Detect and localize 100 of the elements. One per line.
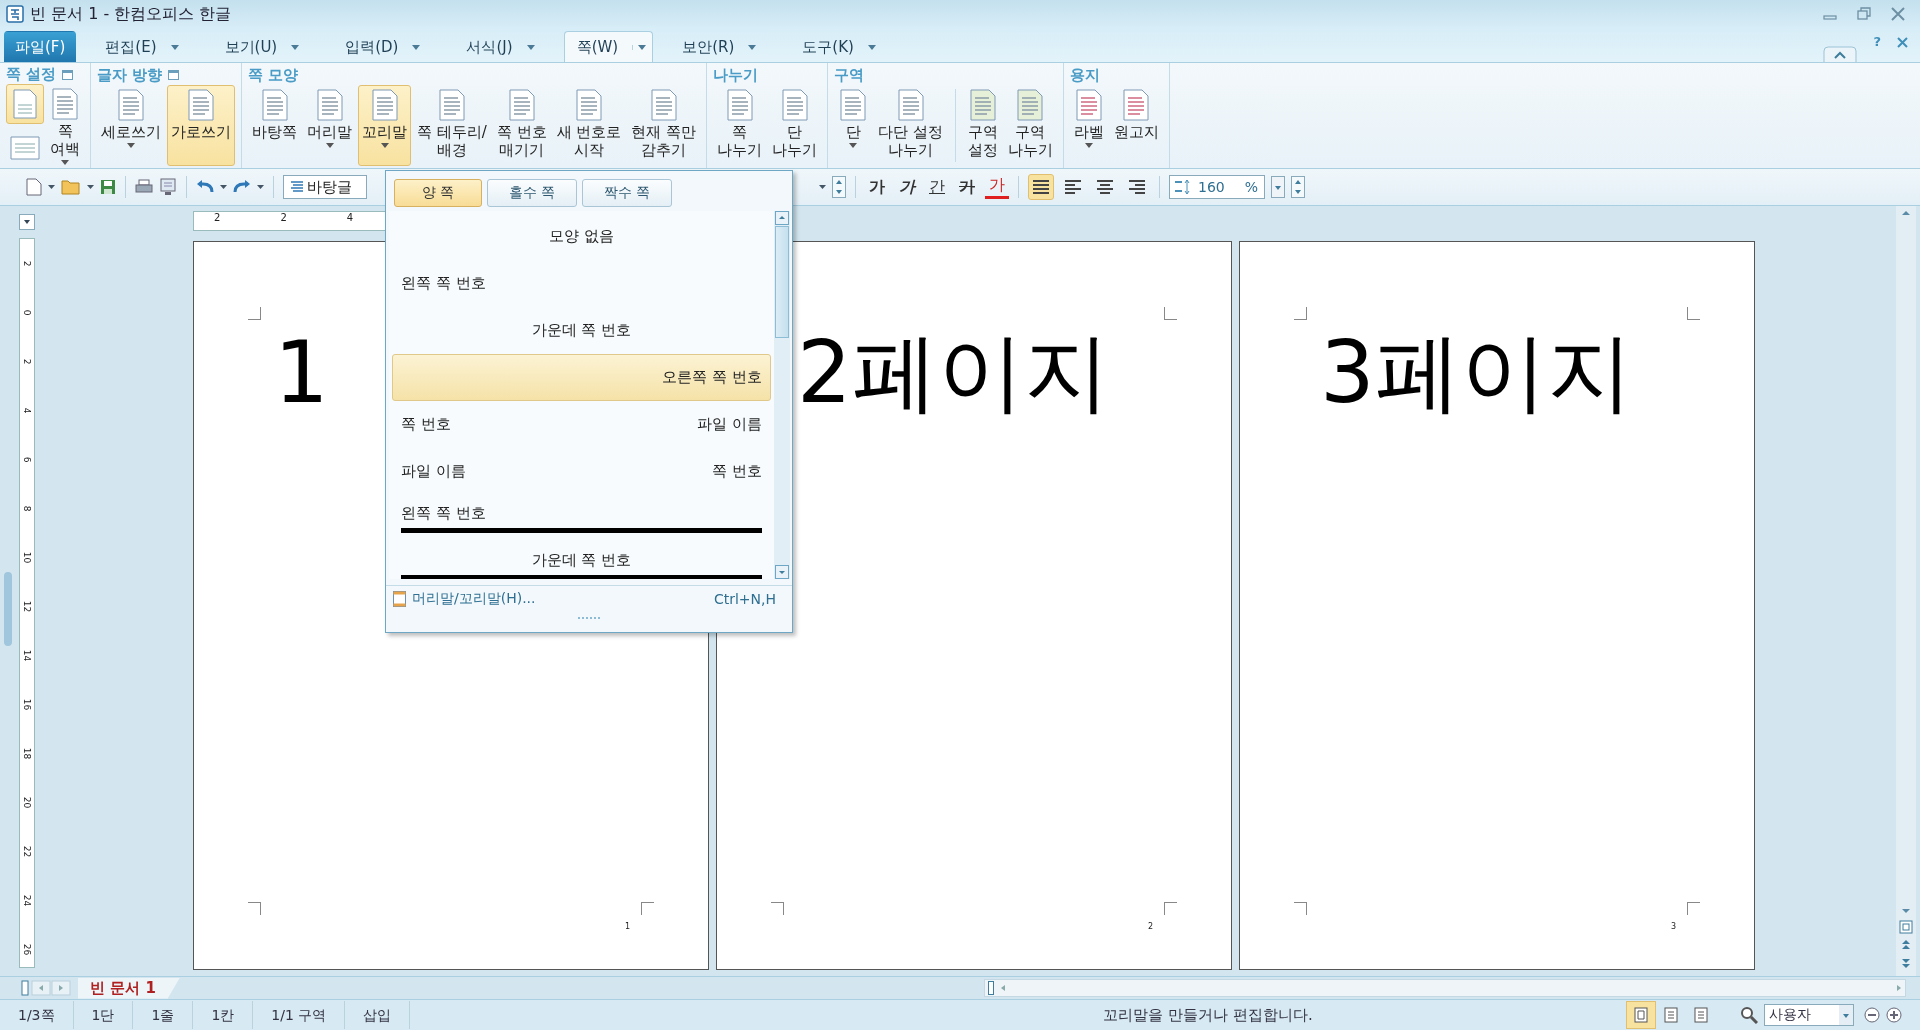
menu-tab[interactable]: 파일(F) — [4, 31, 77, 62]
page-side-tab[interactable]: 홀수 쪽 — [487, 179, 577, 207]
footer-style-option[interactable]: 오른쪽 쪽 번호 — [392, 354, 771, 401]
style-field[interactable]: 바탕글 — [283, 175, 367, 199]
menu-tab[interactable]: 도구(K) — [785, 31, 893, 62]
caret-icon[interactable] — [412, 44, 421, 50]
ribbon-button[interactable]: 라벨 — [1069, 85, 1108, 166]
menu-tab[interactable]: 보기(U) — [207, 31, 317, 62]
new-document-icon[interactable] — [26, 178, 42, 196]
tab-navigation-icon[interactable] — [20, 980, 72, 996]
monitor-icon[interactable] — [159, 178, 177, 196]
ribbon-button[interactable]: 쪽 번호 매기기 — [492, 85, 551, 166]
zoom-in-icon[interactable] — [1886, 1007, 1902, 1023]
horizontal-scrollbar[interactable] — [984, 979, 1906, 997]
dialog-launcher-icon[interactable] — [62, 69, 74, 80]
document-tab[interactable]: 빈 문서 1 — [78, 977, 180, 999]
footer-style-option[interactable]: 왼쪽 쪽 번호 — [392, 495, 771, 542]
footer-style-option[interactable]: 왼쪽 쪽 번호 — [392, 260, 771, 307]
scroll-thumb[interactable] — [988, 981, 994, 995]
ribbon-button[interactable]: 쪽 테두리/ 배경 — [413, 85, 491, 166]
menu-tab[interactable]: 보안(R) — [665, 31, 774, 62]
footer-style-option[interactable]: 가운데 쪽 번호 — [392, 307, 771, 354]
menu-scrollbar[interactable] — [774, 211, 790, 579]
spinner-icon[interactable] — [1291, 176, 1305, 198]
spinner-icon[interactable] — [832, 176, 846, 198]
caret-icon[interactable] — [632, 44, 647, 50]
document-icon — [314, 89, 345, 121]
zoom-select[interactable]: 사용자 — [1764, 1004, 1854, 1026]
italic-button[interactable]: 가 — [895, 176, 919, 198]
caret-icon — [1839, 1005, 1853, 1025]
ribbon-button[interactable]: 현재 쪽만 감추기 — [627, 85, 701, 166]
redo-icon[interactable] — [233, 180, 251, 194]
page-side-tab[interactable]: 짝수 쪽 — [582, 179, 672, 207]
ribbon-button[interactable]: 꼬리말 — [358, 85, 411, 166]
align-button[interactable] — [1028, 174, 1054, 200]
document-icon — [116, 89, 146, 121]
menu-tab[interactable]: 서식(J) — [449, 31, 552, 62]
footer-style-option[interactable]: 쪽 번호 파일 이름 — [392, 401, 771, 448]
ribbon-button[interactable]: 머리말 — [303, 85, 356, 166]
scroll-up-icon[interactable] — [775, 211, 789, 225]
page-side-tab[interactable]: 양 쪽 — [394, 179, 482, 207]
color-button[interactable]: 가 — [985, 175, 1009, 199]
caret-icon[interactable] — [220, 185, 227, 189]
ribbon-button[interactable]: 쪽 나누기 — [713, 85, 767, 166]
caret-icon[interactable] — [526, 44, 535, 50]
side-panel-handle[interactable] — [4, 572, 12, 646]
header-footer-menu-item[interactable]: 머리말/꼬리말(H)... Ctrl+N,H — [386, 585, 792, 613]
caret-icon[interactable] — [291, 44, 300, 50]
document-icon — [369, 89, 400, 121]
caret-icon[interactable] — [87, 185, 94, 189]
page-view-icon[interactable] — [1899, 920, 1913, 934]
zoom-out-icon[interactable] — [1864, 1007, 1880, 1023]
status-item: 1줄 — [133, 1001, 194, 1029]
footer-style-option[interactable]: 가운데 쪽 번호 — [392, 542, 771, 579]
underline-button[interactable]: 간 — [925, 176, 949, 198]
ribbon-button[interactable]: 구역 설정 — [963, 85, 1002, 166]
folder-icon[interactable] — [61, 179, 81, 195]
ribbon-button[interactable]: 바탕쪽 — [248, 85, 301, 166]
menu-tab[interactable]: 편집(E) — [88, 31, 196, 62]
ribbon-button[interactable]: 다단 설정 나누기 — [874, 85, 947, 166]
view-mode-button[interactable] — [1626, 1001, 1656, 1029]
printer-icon[interactable] — [135, 179, 153, 195]
save-icon[interactable] — [100, 179, 116, 195]
ribbon-button[interactable]: 단 나누기 — [768, 85, 822, 166]
ruler-toggle-icon[interactable] — [19, 214, 35, 230]
menu-tab[interactable]: 입력(D) — [328, 31, 438, 62]
ribbon-button[interactable]: 가로쓰기 — [167, 85, 235, 166]
collapse-ribbon-icon[interactable] — [1823, 46, 1858, 62]
ribbon-button[interactable]: 쪽 여백 — [46, 84, 84, 168]
close-icon[interactable] — [1890, 6, 1906, 22]
ribbon-button[interactable]: 새 번호로 시작 — [552, 85, 626, 166]
close-icon[interactable] — [1897, 36, 1908, 48]
vertical-scrollbar[interactable] — [1896, 206, 1916, 976]
caret-icon[interactable] — [48, 185, 55, 189]
ribbon-button[interactable]: 원고지 — [1109, 85, 1163, 166]
caret-icon[interactable] — [819, 185, 826, 189]
margin-corner-mark — [1164, 307, 1177, 320]
bold-button[interactable]: 가 — [865, 176, 889, 198]
caret-icon[interactable] — [748, 44, 757, 50]
align-icon — [1096, 179, 1114, 195]
caret-icon[interactable] — [257, 185, 264, 189]
strike-button[interactable]: 가 — [955, 176, 979, 198]
page-heading: 1 — [274, 322, 329, 422]
line-spacing-field[interactable]: 160 % — [1169, 175, 1265, 199]
ribbon-button[interactable]: 세로쓰기 — [97, 85, 165, 166]
caret-icon[interactable] — [1271, 176, 1285, 198]
document-icon — [574, 89, 604, 121]
scroll-down-icon[interactable] — [775, 565, 789, 579]
footer-style-option[interactable]: 파일 이름 쪽 번호 — [392, 448, 771, 495]
caret-icon[interactable] — [170, 44, 179, 50]
search-icon[interactable] — [1740, 1006, 1758, 1024]
dialog-launcher-icon[interactable] — [168, 70, 180, 80]
caret-icon[interactable] — [867, 44, 876, 50]
menu-tab[interactable]: 쪽(W) — [563, 31, 654, 62]
restore-icon[interactable] — [1856, 6, 1872, 22]
ribbon-button[interactable]: 구역 나누기 — [1003, 85, 1057, 166]
group-title: 쪽 모양 — [248, 65, 299, 85]
ribbon-button[interactable]: 단 — [834, 85, 873, 166]
document-icon — [12, 89, 38, 119]
undo-icon[interactable] — [196, 180, 214, 194]
